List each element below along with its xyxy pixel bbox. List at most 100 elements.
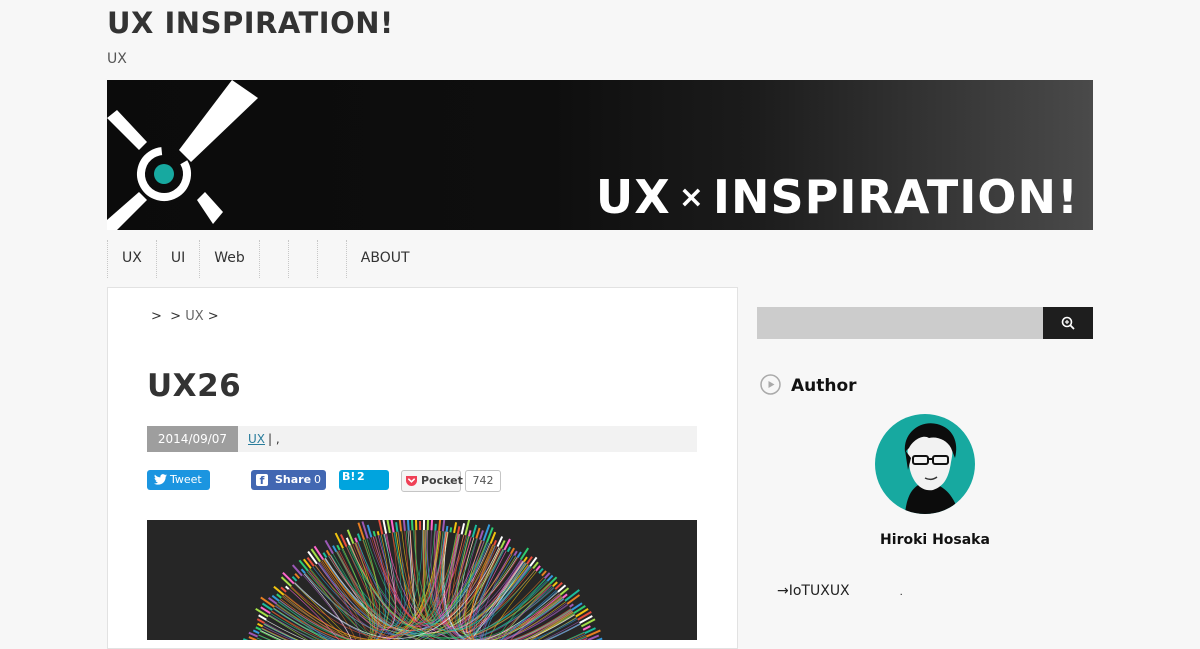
network-node-bar <box>570 604 574 607</box>
network-node-bar <box>473 525 477 537</box>
global-nav: UX UI Web ABOUT <box>107 240 424 278</box>
article-panel: > > UX > UX26 2014/09/07 UX | , Tweet f … <box>107 287 738 649</box>
nav-item-ux[interactable]: UX <box>107 240 156 278</box>
network-node-bar <box>347 538 350 545</box>
nav-item-blank-2[interactable] <box>288 240 317 278</box>
banner-wordmark: UX×INSPIRATION! <box>596 170 1079 224</box>
network-node-bar <box>272 596 279 601</box>
network-node-bar <box>514 551 517 555</box>
network-visualization-image <box>147 520 697 640</box>
nav-item-blank-1[interactable] <box>259 240 288 278</box>
facebook-icon: f <box>256 474 268 486</box>
network-node-bar <box>501 541 505 549</box>
network-node-bar <box>524 557 527 562</box>
twitter-bird-icon <box>154 474 167 485</box>
network-node-bar <box>480 530 483 539</box>
post-hero-image <box>147 520 697 640</box>
network-node-bar <box>323 553 326 558</box>
network-node-bar <box>315 546 324 559</box>
network-node-bar <box>259 615 267 619</box>
facebook-share-count: 0 <box>314 470 321 490</box>
author-bio-text: →IoTUXUX <box>777 583 850 599</box>
network-node-bar <box>378 531 379 535</box>
network-node-bar <box>249 633 258 637</box>
network-node-bar <box>553 582 557 586</box>
network-node-bar <box>396 522 397 532</box>
breadcrumb: > > UX > <box>151 309 219 324</box>
network-node-bar <box>311 549 320 562</box>
network-node-bar <box>511 548 514 554</box>
post-meta-separator: | , <box>268 426 280 452</box>
network-node-bar <box>443 520 445 531</box>
pocket-button[interactable]: Pocket <box>401 470 461 492</box>
search-form <box>757 307 1093 339</box>
network-node-bar <box>462 523 465 534</box>
network-node-bar <box>465 520 469 535</box>
network-node-bar <box>327 550 330 555</box>
network-node-bar <box>432 520 433 530</box>
network-node-bar <box>256 627 261 630</box>
logo-burst-icon <box>107 80 277 230</box>
network-node-bar <box>293 565 302 576</box>
hatena-bookmark-button[interactable]: B! 2 <box>339 470 389 490</box>
avatar <box>875 414 975 514</box>
network-node-bar <box>379 520 383 534</box>
network-node-bar <box>337 545 339 550</box>
network-node-bar <box>476 528 479 539</box>
author-widget-heading: Author <box>760 374 857 396</box>
network-node-bar <box>454 522 456 533</box>
network-node-bar <box>355 538 357 543</box>
network-node-bar <box>494 540 496 545</box>
author-bio: →IoTUXUX. <box>777 583 903 599</box>
network-node-bar <box>368 525 372 537</box>
pocket-count: 742 <box>465 470 501 492</box>
network-node-bar <box>387 520 390 533</box>
network-node-bar <box>391 520 394 532</box>
network-node-bar <box>261 597 275 607</box>
network-node-bar <box>518 552 521 558</box>
network-node-bar <box>295 574 299 579</box>
site-description: UX <box>107 51 127 67</box>
header-banner[interactable]: UX×INSPIRATION! <box>107 80 1093 230</box>
author-heading-label: Author <box>791 376 857 396</box>
hatena-bookmark-icon: B! <box>342 470 355 484</box>
breadcrumb-sep: > <box>151 309 162 324</box>
banner-text-x: × <box>679 180 705 215</box>
network-node-bar <box>539 569 543 574</box>
network-node-bar <box>333 546 336 552</box>
network-node-bar <box>257 619 264 623</box>
breadcrumb-category[interactable]: UX <box>185 309 203 324</box>
banner-text-left: UX <box>596 170 671 224</box>
post-date: 2014/09/07 <box>147 426 238 452</box>
author-bio-dot: . <box>900 587 903 598</box>
nav-item-ui[interactable]: UI <box>156 240 199 278</box>
nav-item-web[interactable]: Web <box>199 240 259 278</box>
tweet-button[interactable]: Tweet <box>147 470 210 490</box>
network-node-bar <box>293 577 297 581</box>
nav-item-about[interactable]: ABOUT <box>346 240 424 278</box>
search-button[interactable] <box>1043 307 1093 339</box>
post-category-link[interactable]: UX <box>248 426 265 452</box>
network-node-bar <box>447 526 448 532</box>
network-node-bar <box>400 520 402 531</box>
network-node-bar <box>408 520 409 531</box>
network-node-bar <box>450 527 451 532</box>
network-node-bar <box>508 547 511 552</box>
network-node-bar <box>253 630 259 633</box>
facebook-share-button[interactable]: f Share 0 <box>251 470 326 490</box>
network-node-bar <box>435 524 436 531</box>
network-node-bar <box>283 573 294 584</box>
network-node-bar <box>412 520 413 530</box>
network-node-bar <box>527 557 532 564</box>
search-input[interactable] <box>757 307 1043 339</box>
post-title: UX26 <box>147 368 241 404</box>
network-node-bar <box>308 552 317 564</box>
network-node-bar <box>403 520 405 531</box>
network-node-bar <box>458 526 460 533</box>
network-node-bar <box>302 569 306 573</box>
nav-item-blank-3[interactable] <box>317 240 346 278</box>
hatena-bookmark-count: 2 <box>357 470 365 484</box>
site-title[interactable]: UX INSPIRATION! <box>107 6 394 40</box>
network-node-bar <box>286 586 289 589</box>
network-node-bar <box>567 595 579 604</box>
